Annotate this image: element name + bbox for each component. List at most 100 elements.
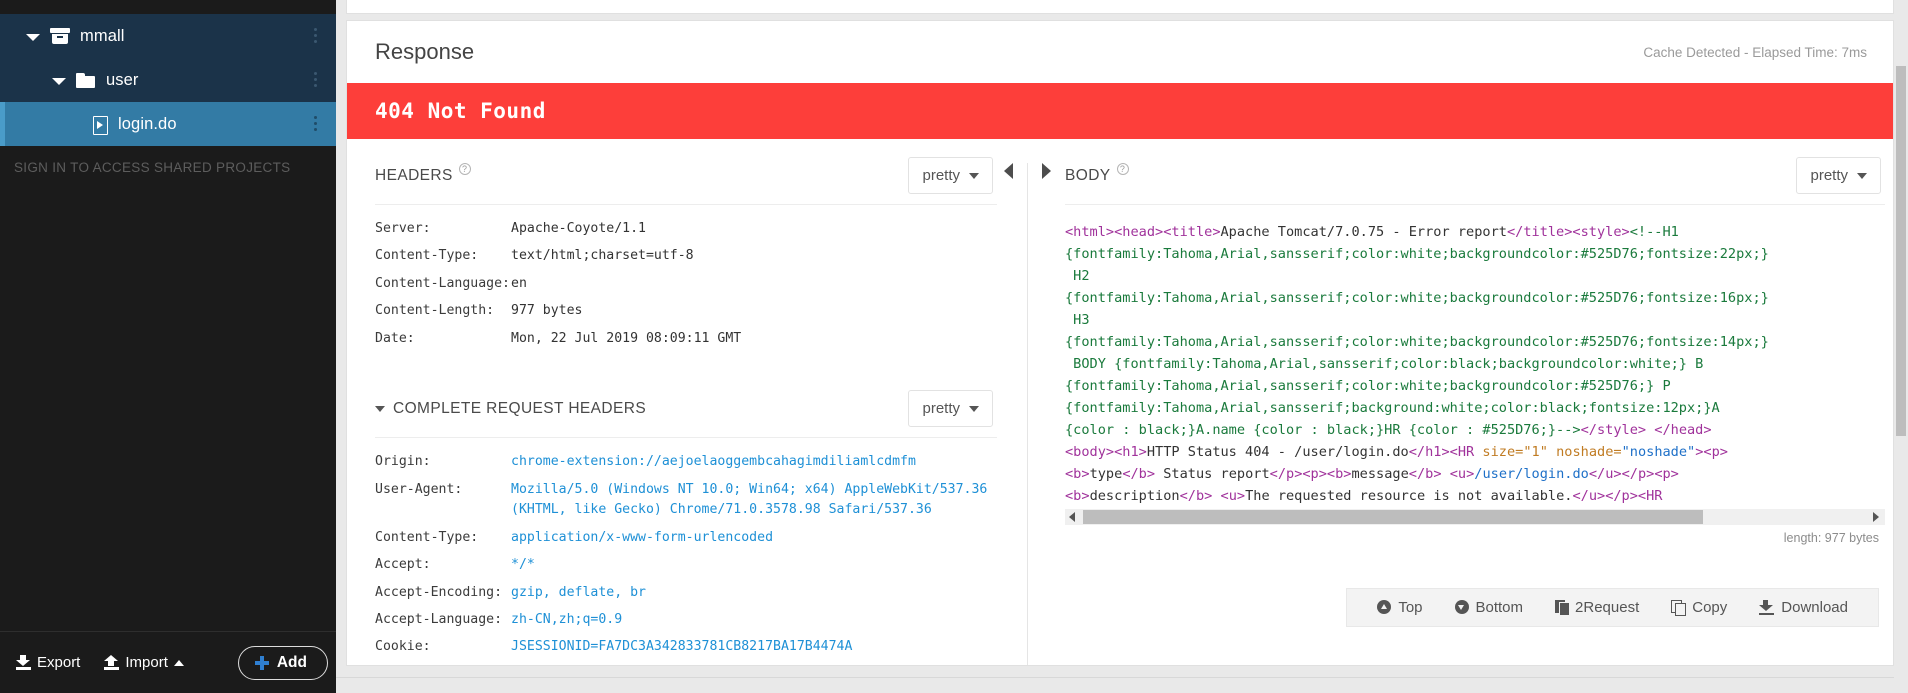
response-card: Response Cache Detected - Elapsed Time: … xyxy=(346,20,1894,666)
headers-section-header: HEADERS ? pretty xyxy=(375,139,997,205)
tree-item-label: user xyxy=(106,70,139,89)
header-value: en xyxy=(511,275,527,291)
add-button[interactable]: Add xyxy=(237,645,328,680)
headers-format-label: pretty xyxy=(922,167,960,184)
header-key: Date: xyxy=(375,330,415,346)
collapse-left-arrow-icon[interactable] xyxy=(1003,163,1013,179)
header-value: Apache-Coyote/1.1 xyxy=(511,221,646,236)
tree-item-login-do[interactable]: login.do xyxy=(0,102,336,146)
request-header-value: application/x-www-form-urlencoded xyxy=(511,529,774,545)
chevron-down-icon[interactable] xyxy=(26,29,41,44)
chevron-down-icon xyxy=(1857,172,1867,179)
collection-tree: mmall user login.do xyxy=(0,0,336,146)
body-section-title: BODY ? xyxy=(1065,162,1129,185)
pane-divider xyxy=(1026,163,1028,665)
header-row: Content-Type: text/html;charset=utf-8 xyxy=(375,246,997,266)
sidebar: mmall user login.do SIGN IN TO ACCESS SH… xyxy=(0,0,336,693)
status-badge: 404 Not Found xyxy=(347,83,1893,139)
request-header-value: Mozilla/5.0 (Windows NT 10.0; Win64; x64… xyxy=(511,481,988,518)
scroll-to-top-button[interactable]: Top xyxy=(1361,597,1438,618)
tree-item-user[interactable]: user xyxy=(0,58,336,102)
top-label: Top xyxy=(1398,598,1423,616)
body-title-text: BODY xyxy=(1065,166,1111,184)
export-label: Export xyxy=(37,654,81,671)
header-row: Content-Language: en xyxy=(375,274,997,294)
headers-list: Server: Apache-Coyote/1.1 Content-Type: … xyxy=(375,205,997,349)
body-section-header: BODY ? pretty xyxy=(1065,139,1885,205)
chevron-down-icon xyxy=(969,172,979,179)
pane-collapse-controls xyxy=(997,139,1057,665)
headers-pane: HEADERS ? pretty Server: Apache-Coyote/1… xyxy=(347,139,997,665)
add-label: Add xyxy=(276,653,307,671)
request-headers-section-header[interactable]: COMPLETE REQUEST HEADERS pretty xyxy=(375,372,997,439)
request-header-row: Accept-Encoding: gzip, deflate, br xyxy=(375,583,997,603)
response-panes: HEADERS ? pretty Server: Apache-Coyote/1… xyxy=(347,139,1893,665)
download-label: Download xyxy=(1781,598,1848,616)
body-pane: BODY ? pretty <html><head><title>Apache … xyxy=(1057,139,1893,665)
to-request-button[interactable]: 2Request xyxy=(1539,597,1655,618)
row-more-menu-icon[interactable] xyxy=(314,72,318,88)
header-row: Server: Apache-Coyote/1.1 xyxy=(375,219,997,239)
scrollbar-thumb[interactable] xyxy=(1083,510,1703,524)
row-more-menu-icon[interactable] xyxy=(314,116,318,132)
request-header-key: Origin: xyxy=(375,454,431,470)
request-headers-format-select[interactable]: pretty xyxy=(908,390,993,428)
header-value: Mon, 22 Jul 2019 08:09:11 GMT xyxy=(511,330,742,346)
scroll-right-arrow-icon[interactable] xyxy=(1873,512,1879,522)
bottom-label: Bottom xyxy=(1475,598,1524,616)
request-header-key: Cookie: xyxy=(375,639,431,655)
body-format-label: pretty xyxy=(1810,167,1848,184)
row-more-menu-icon[interactable] xyxy=(314,28,318,44)
scrollbar-thumb[interactable] xyxy=(1896,66,1906,436)
body-toolbar: Top Bottom 2Request Copy Download xyxy=(1346,587,1879,627)
request-header-row: Accept: */* xyxy=(375,555,997,575)
download-icon xyxy=(16,655,31,670)
header-row: Content-Length: 977 bytes xyxy=(375,301,997,321)
chevron-down-icon xyxy=(969,405,979,412)
request-header-value: JSESSIONID=FA7DC3A342833781CB8217BA17B44… xyxy=(511,639,853,655)
headers-title-text: HEADERS xyxy=(375,166,453,184)
download-icon xyxy=(1759,600,1775,616)
chevron-down-icon[interactable] xyxy=(52,73,67,88)
collection-icon xyxy=(50,27,70,45)
tree-item-label: login.do xyxy=(118,114,177,133)
headers-format-select[interactable]: pretty xyxy=(908,157,993,194)
import-button[interactable]: Import xyxy=(104,654,184,671)
chevron-up-icon xyxy=(173,659,184,666)
scroll-to-bottom-button[interactable]: Bottom xyxy=(1439,597,1540,618)
arrow-down-circle-icon xyxy=(1454,600,1469,615)
scroll-left-arrow-icon[interactable] xyxy=(1069,512,1075,522)
request-headers-list: Origin: chrome-extension://aejoelaoggemb… xyxy=(375,438,997,658)
response-body-code[interactable]: <html><head><title>Apache Tomcat/7.0.75 … xyxy=(1065,205,1885,505)
page-vertical-scrollbar[interactable] xyxy=(1894,0,1908,693)
request-header-value: */* xyxy=(511,557,535,573)
body-format-select[interactable]: pretty xyxy=(1796,157,1881,194)
export-button[interactable]: Export xyxy=(16,654,80,671)
sidebar-footer: Export Import Add xyxy=(0,631,336,693)
plus-icon xyxy=(254,655,269,670)
expand-right-arrow-icon[interactable] xyxy=(1041,163,1051,179)
bottom-strip xyxy=(336,677,1908,693)
request-header-key: Accept-Encoding: xyxy=(375,584,503,600)
help-icon[interactable]: ? xyxy=(458,162,471,175)
request-header-row: Accept-Language: zh-CN,zh;q=0.9 xyxy=(375,610,997,630)
request-header-row: Origin: chrome-extension://aejoelaoggemb… xyxy=(375,452,997,472)
response-header: Response Cache Detected - Elapsed Time: … xyxy=(347,21,1893,83)
request-header-row: Content-Type: application/x-www-form-url… xyxy=(375,528,997,548)
request-headers-title-text: COMPLETE REQUEST HEADERS xyxy=(393,399,647,417)
copy-to-request-icon xyxy=(1555,599,1571,616)
sign-in-note: SIGN IN TO ACCESS SHARED PROJECTS xyxy=(14,160,291,175)
header-value: 977 bytes xyxy=(511,303,583,319)
import-label: Import xyxy=(125,654,168,671)
request-header-key: Accept-Language: xyxy=(375,611,503,627)
copy-button[interactable]: Copy xyxy=(1655,597,1743,618)
request-file-icon xyxy=(92,115,108,135)
body-horizontal-scrollbar[interactable] xyxy=(1065,509,1885,525)
copy-icon xyxy=(1671,599,1687,616)
app-root: mmall user login.do SIGN IN TO ACCESS SH… xyxy=(0,0,1908,693)
download-button[interactable]: Download xyxy=(1743,597,1864,618)
main-content: Response Cache Detected - Elapsed Time: … xyxy=(336,0,1908,693)
tree-item-mmall[interactable]: mmall xyxy=(0,14,336,58)
chevron-down-icon[interactable] xyxy=(375,405,385,412)
help-icon[interactable]: ? xyxy=(1116,162,1129,175)
